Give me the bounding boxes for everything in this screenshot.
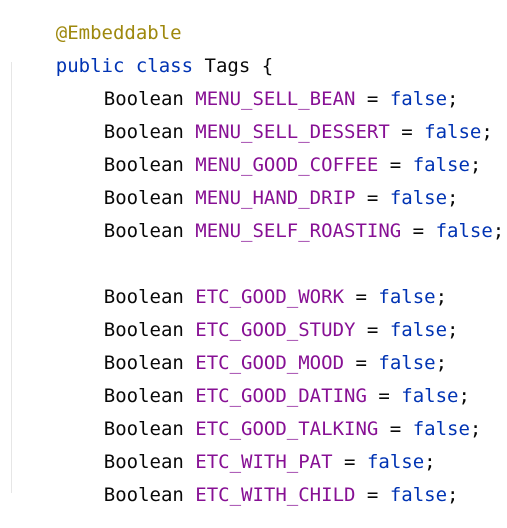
- code-editor[interactable]: @Embeddable public class Tags { Boolean …: [0, 0, 507, 506]
- semicolon: ;: [469, 418, 482, 440]
- false-keyword: false: [435, 220, 493, 242]
- field-name: ETC_WITH_CHILD: [195, 484, 356, 506]
- semicolon: ;: [481, 121, 493, 143]
- field-name: MENU_SELF_ROASTING: [195, 220, 402, 242]
- class-declaration-line[interactable]: public class Tags {: [10, 33, 273, 77]
- assign-operator: =: [366, 484, 379, 506]
- annotation-line[interactable]: @Embeddable: [10, 0, 182, 44]
- semicolon: ;: [447, 319, 459, 341]
- field-line-menu-self-roasting[interactable]: Boolean MENU_SELF_ROASTING = false;: [58, 198, 504, 242]
- semicolon: ;: [492, 220, 505, 242]
- field-line-etc-good-work[interactable]: Boolean ETC_GOOD_WORK = false;: [58, 264, 447, 308]
- field-line-etc-with-child[interactable]: Boolean ETC_WITH_CHILD = false;: [58, 462, 459, 506]
- field-line-etc-good-talking[interactable]: Boolean ETC_GOOD_TALKING = false;: [58, 396, 482, 440]
- field-line-etc-with-pat[interactable]: Boolean ETC_WITH_PAT = false;: [58, 429, 436, 473]
- field-type: Boolean: [103, 220, 184, 242]
- field-type: Boolean: [103, 484, 184, 506]
- semicolon: ;: [447, 484, 459, 506]
- assign-operator: =: [412, 220, 425, 242]
- indent-guide: [11, 62, 12, 493]
- field-line-etc-good-study[interactable]: Boolean ETC_GOOD_STUDY = false;: [58, 297, 459, 341]
- field-line-menu-hand-drip[interactable]: Boolean MENU_HAND_DRIP = false;: [58, 165, 459, 209]
- field-line-etc-good-mood[interactable]: Boolean ETC_GOOD_MOOD = false;: [58, 330, 447, 374]
- false-keyword: false: [389, 484, 448, 506]
- field-line-menu-sell-bean[interactable]: Boolean MENU_SELL_BEAN = false;: [58, 66, 459, 110]
- field-line-menu-sell-dessert[interactable]: Boolean MENU_SELL_DESSERT = false;: [58, 99, 493, 143]
- field-line-menu-good-coffee[interactable]: Boolean MENU_GOOD_COFFEE = false;: [58, 132, 482, 176]
- field-line-etc-good-dating[interactable]: Boolean ETC_GOOD_DATING = false;: [58, 363, 470, 407]
- semicolon: ;: [469, 154, 482, 176]
